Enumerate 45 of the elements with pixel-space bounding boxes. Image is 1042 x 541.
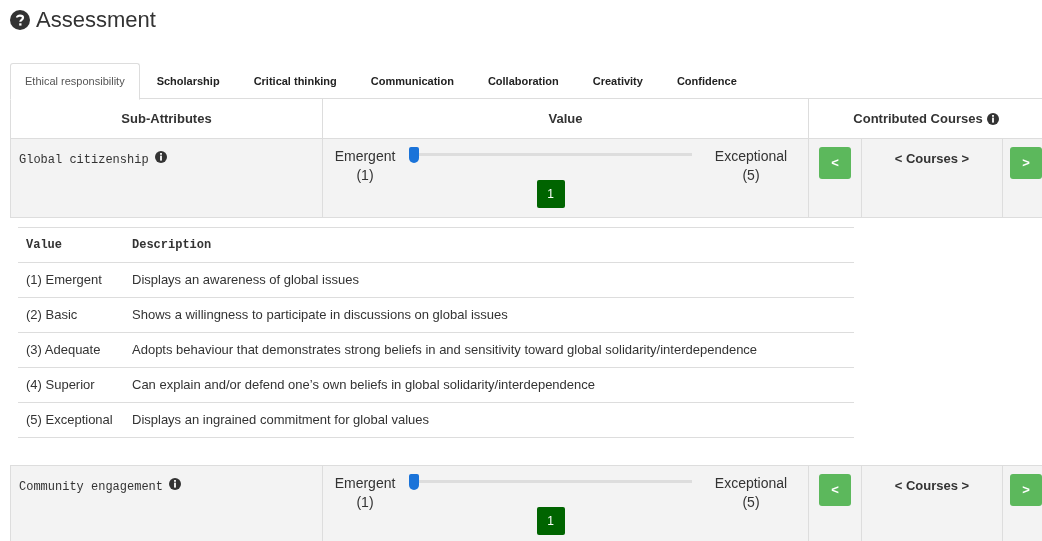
min-label: Emergent xyxy=(334,474,396,493)
value-badge: 1 xyxy=(536,507,565,535)
column-header: Description xyxy=(132,237,212,254)
courses-label: < Courses > xyxy=(894,477,970,495)
slider-thumb[interactable] xyxy=(409,474,419,490)
info-icon xyxy=(986,112,999,125)
table-cell-text: Adopts behaviour that demonstrates strong beliefs in and sensitivity toward global solidarity/interdependence xyxy=(132,341,758,360)
min-value: (1) xyxy=(356,166,374,185)
table-cell-text: (1) Emergent xyxy=(25,271,103,290)
sub-attribute-name: Community engagement xyxy=(19,479,164,496)
info-icon xyxy=(169,478,182,490)
column-header: Value xyxy=(548,109,583,128)
column-header: Sub-Attributes xyxy=(121,109,212,128)
column-header: Contributed Courses xyxy=(853,109,983,128)
table-cell-text: Can explain and/or defend one’s own beliefs in global solidarity/interdependence xyxy=(132,376,596,395)
table-cell-text: Shows a willingness to participate in discussions on global issues xyxy=(132,306,508,325)
tab[interactable]: Scholarship xyxy=(139,63,237,99)
max-value: (5) xyxy=(742,166,760,185)
tab[interactable]: Communication xyxy=(353,63,471,99)
info-icon xyxy=(154,151,167,163)
slider[interactable] xyxy=(409,474,692,490)
page-title: Assessment xyxy=(36,6,156,34)
courses-label: < Courses > xyxy=(894,150,970,168)
min-label: Emergent xyxy=(334,147,396,166)
slider[interactable] xyxy=(409,147,692,163)
tab[interactable]: Critical thinking xyxy=(236,63,354,99)
min-value: (1) xyxy=(356,493,374,512)
sub-attribute-name: Global citizenship xyxy=(19,152,149,169)
tab[interactable]: Creativity xyxy=(575,63,660,99)
tab[interactable]: Collaboration xyxy=(470,63,576,99)
tab[interactable]: Ethical responsibility xyxy=(10,63,140,100)
value-badge: 1 xyxy=(536,180,565,208)
max-value: (5) xyxy=(742,493,760,512)
max-label: Exceptional xyxy=(714,147,788,166)
table-cell-text: (4) Superior xyxy=(25,376,96,395)
table-cell-text: (5) Exceptional xyxy=(25,411,114,430)
max-label: Exceptional xyxy=(714,474,788,493)
slider-thumb[interactable] xyxy=(409,147,419,163)
table-cell-text: (2) Basic xyxy=(25,306,79,325)
table-cell-text: Displays an awareness of global issues xyxy=(132,271,359,290)
help-icon xyxy=(10,9,30,30)
column-header: Value xyxy=(25,237,63,254)
table-cell-text: (3) Adequate xyxy=(25,341,102,360)
tab[interactable]: Confidence xyxy=(659,63,754,99)
table-cell-text: Displays an ingrained commitment for global values xyxy=(132,411,429,430)
